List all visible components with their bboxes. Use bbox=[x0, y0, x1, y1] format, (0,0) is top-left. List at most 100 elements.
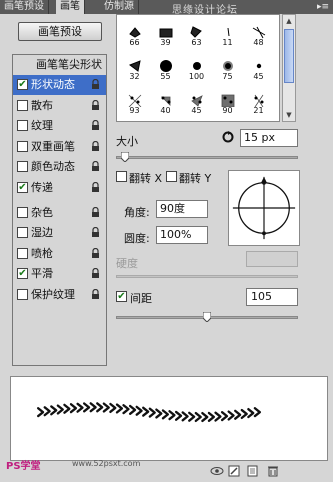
new-brush-icon[interactable] bbox=[246, 465, 260, 477]
panel-tab-bar: 画笔预设 画笔 仿制源 思缘设计论坛 ▸≡ bbox=[0, 0, 333, 16]
brush-option-item[interactable]: 双重画笔 bbox=[13, 137, 106, 157]
tab-brush-presets[interactable]: 画笔预设 bbox=[0, 0, 49, 14]
lock-icon[interactable] bbox=[91, 289, 100, 300]
brush-tip-icon bbox=[161, 96, 171, 106]
brush-option-checkbox[interactable] bbox=[17, 206, 28, 218]
brush-option-checkbox[interactable] bbox=[17, 289, 28, 300]
eye-icon[interactable] bbox=[210, 465, 224, 477]
brush-option-checkbox[interactable] bbox=[17, 140, 28, 152]
lock-icon[interactable] bbox=[91, 120, 100, 131]
size-slider-track[interactable] bbox=[116, 156, 298, 159]
lock-icon[interactable] bbox=[91, 206, 100, 218]
brush-options-list: 画笔笔尖形状 ✔ 形状动态散布纹理 双重画笔颜色动态 ✔ 传递杂色 湿边喷枪 ✔ 平滑 保护纹理 bbox=[12, 54, 107, 366]
brush-tip-cell[interactable]: 32 bbox=[121, 57, 148, 84]
scroll-up-icon[interactable]: ▲ bbox=[283, 15, 295, 27]
flip-y-checkbox[interactable] bbox=[166, 171, 177, 182]
brush-tip-size: 100 bbox=[188, 72, 205, 81]
lock-icon[interactable] bbox=[91, 247, 100, 259]
reset-size-icon[interactable] bbox=[222, 131, 234, 143]
brush-option-item[interactable]: 杂色 bbox=[13, 203, 106, 223]
size-input[interactable]: 15 px bbox=[240, 129, 298, 147]
angle-input[interactable]: 90度 bbox=[156, 200, 208, 218]
lock-icon[interactable] bbox=[91, 140, 100, 152]
brush-tip-cell[interactable]: 55 bbox=[152, 57, 179, 84]
brush-settings-icon[interactable] bbox=[228, 465, 242, 477]
brush-tip-size: 32 bbox=[129, 72, 140, 81]
brush-option-item[interactable]: 散布 bbox=[13, 96, 106, 116]
brush-tip-size: 11 bbox=[222, 38, 233, 47]
brush-tip-size: 45 bbox=[253, 72, 264, 81]
brush-tip-cell[interactable]: 93 bbox=[121, 91, 148, 118]
hardness-slider-track bbox=[116, 275, 298, 278]
roundness-input[interactable]: 100% bbox=[156, 226, 208, 244]
brush-tip-cell[interactable]: 48 bbox=[245, 23, 272, 50]
brush-tip-icon bbox=[190, 26, 202, 38]
brush-option-item[interactable]: ✔ 平滑 bbox=[13, 264, 106, 284]
brush-option-checkbox[interactable] bbox=[17, 99, 28, 111]
brush-tip-icon bbox=[128, 60, 141, 72]
brush-option-checkbox[interactable] bbox=[17, 120, 28, 132]
brush-option-checkbox[interactable]: ✔ bbox=[17, 79, 28, 90]
brush-option-item[interactable]: 喷枪 bbox=[13, 244, 106, 264]
brush-option-checkbox[interactable]: ✔ bbox=[17, 268, 28, 280]
brush-option-item[interactable]: ✔ 形状动态 bbox=[13, 75, 106, 95]
brush-tip-size: 63 bbox=[191, 38, 202, 47]
panel-menu-icon[interactable]: ▸≡ bbox=[317, 1, 329, 13]
lock-icon[interactable] bbox=[91, 227, 100, 238]
ps-school-logo: PS学堂 bbox=[6, 461, 41, 472]
brush-tip-size: 90 bbox=[222, 106, 233, 115]
brush-tip-cell[interactable]: 40 bbox=[152, 91, 179, 118]
tab-brush[interactable]: 画笔 bbox=[56, 0, 85, 14]
brush-option-checkbox[interactable] bbox=[17, 247, 28, 259]
brush-tip-icon bbox=[223, 61, 233, 71]
lock-icon[interactable] bbox=[91, 99, 100, 111]
flip-x-checkbox[interactable] bbox=[116, 171, 127, 182]
spacing-input[interactable]: 105 bbox=[246, 288, 298, 306]
lock-icon[interactable] bbox=[91, 79, 100, 90]
brush-tip-cell[interactable]: 66 bbox=[121, 23, 148, 50]
scroll-down-icon[interactable]: ▼ bbox=[283, 109, 295, 121]
brush-tip-cell[interactable]: 100 bbox=[183, 57, 210, 84]
brush-tip-cell[interactable]: 39 bbox=[152, 23, 179, 50]
brush-option-item[interactable]: ✔ 传递 bbox=[13, 178, 106, 198]
brush-tip-size: 75 bbox=[222, 72, 233, 81]
spacing-checkbox[interactable]: ✔ bbox=[116, 291, 127, 302]
brush-tip-cell[interactable]: 90 bbox=[214, 91, 241, 118]
delete-brush-icon[interactable] bbox=[266, 465, 280, 477]
brush-option-label: 颜色动态 bbox=[31, 160, 75, 174]
brush-option-checkbox[interactable]: ✔ bbox=[17, 182, 28, 193]
spacing-label: 间距 bbox=[130, 292, 152, 305]
brush-tip-icon bbox=[227, 27, 230, 37]
brush-presets-button[interactable]: 画笔预设 bbox=[18, 22, 102, 41]
brush-option-label: 散布 bbox=[31, 98, 53, 112]
lock-icon[interactable] bbox=[91, 268, 100, 279]
stroke-preview bbox=[10, 376, 328, 461]
brush-tip-shape-item[interactable]: 画笔笔尖形状 bbox=[13, 57, 106, 73]
brush-tip-size: 55 bbox=[160, 72, 171, 81]
brush-option-item[interactable]: 颜色动态 bbox=[13, 157, 106, 177]
brush-option-checkbox[interactable] bbox=[17, 227, 28, 239]
brush-tip-cell[interactable]: 21 bbox=[245, 91, 272, 118]
brush-option-item[interactable]: 纹理 bbox=[13, 116, 106, 136]
brush-tip-icon bbox=[128, 94, 142, 107]
brush-tip-cell[interactable]: 75 bbox=[214, 57, 241, 84]
brush-option-checkbox[interactable] bbox=[17, 161, 28, 173]
size-slider-thumb[interactable] bbox=[121, 152, 130, 162]
scrollbar-thumb[interactable] bbox=[284, 29, 294, 83]
brush-grid-scrollbar[interactable]: ▲ ▼ bbox=[282, 14, 296, 122]
lock-icon[interactable] bbox=[91, 182, 100, 193]
brush-tip-cell[interactable]: 45 bbox=[183, 91, 210, 118]
spacing-slider-thumb[interactable] bbox=[203, 312, 211, 322]
tab-clone-source[interactable]: 仿制源 bbox=[100, 0, 139, 14]
lock-icon[interactable] bbox=[91, 161, 100, 172]
hardness-label: 硬度 bbox=[116, 257, 138, 270]
brush-tip-cell[interactable]: 11 bbox=[214, 23, 241, 50]
site-url-text: www.52psxt.com bbox=[72, 459, 141, 468]
brush-option-item[interactable]: 湿边 bbox=[13, 223, 106, 243]
brush-option-label: 喷枪 bbox=[31, 246, 53, 260]
brush-tip-cell[interactable]: 63 bbox=[183, 23, 210, 50]
brush-tip-size: 40 bbox=[160, 106, 171, 115]
brush-tip-cell[interactable]: 45 bbox=[245, 57, 272, 84]
angle-roundness-preview[interactable] bbox=[228, 170, 300, 246]
brush-option-item[interactable]: 保护纹理 bbox=[13, 285, 106, 305]
